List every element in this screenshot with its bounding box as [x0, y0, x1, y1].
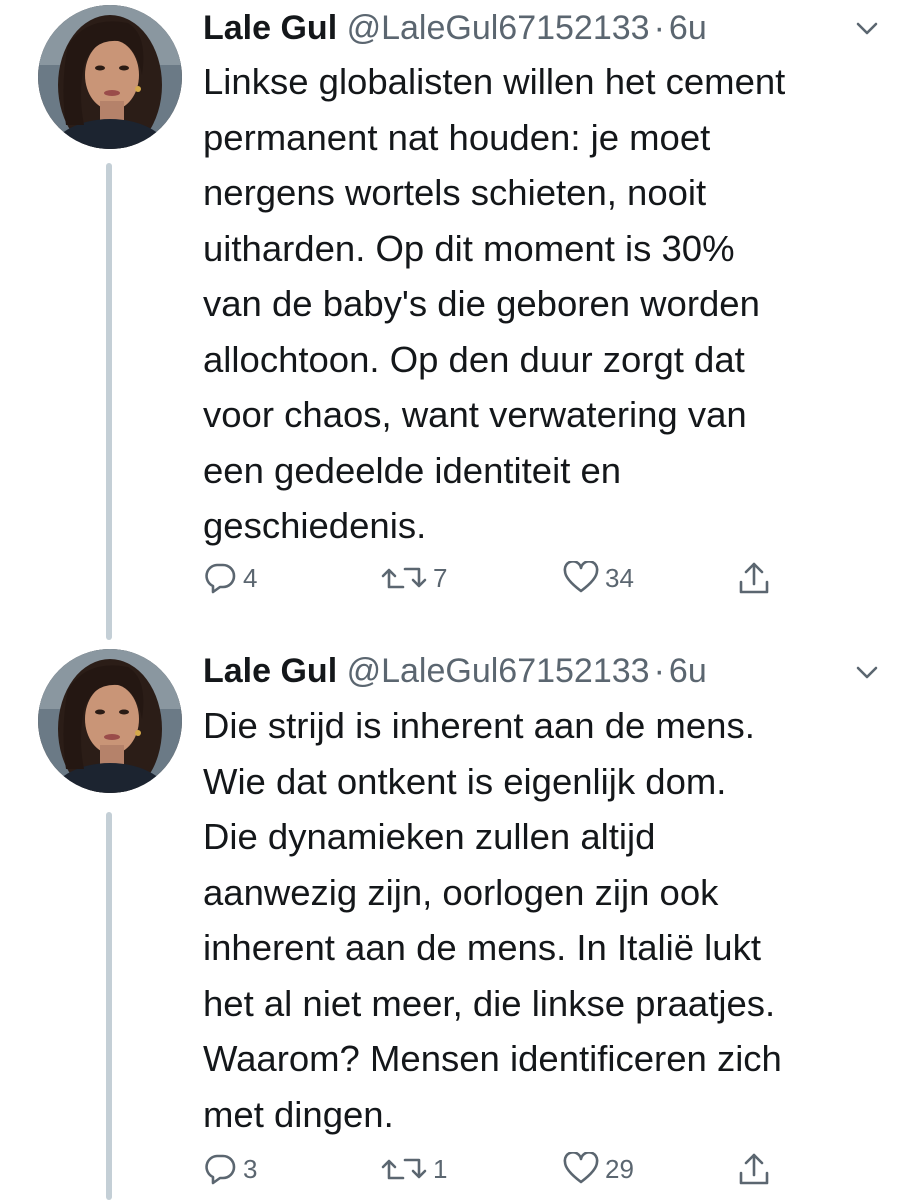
reply-button[interactable]: 3: [203, 1149, 257, 1189]
separator: ·: [653, 652, 665, 690]
share-icon: [739, 562, 769, 594]
separator: ·: [653, 9, 665, 47]
tweet-text: Linkse globalisten willen het cement per…: [203, 61, 786, 546]
retweet-icon: [381, 567, 427, 589]
avatar[interactable]: [38, 649, 182, 793]
like-button[interactable]: 34: [563, 558, 634, 598]
share-icon: [739, 1153, 769, 1185]
reply-count: 3: [243, 1153, 258, 1184]
like-count: 29: [605, 1153, 634, 1184]
share-button[interactable]: [736, 1149, 772, 1189]
tweet-text: Die strijd is inherent aan de mens. Wie …: [203, 705, 782, 1135]
tweet-actions: 3 1 29: [203, 1149, 803, 1189]
share-button[interactable]: [736, 558, 772, 598]
tweet-actions: 4 7 34: [203, 558, 803, 598]
retweet-icon: [381, 1158, 427, 1180]
timestamp[interactable]: 6u: [669, 652, 707, 690]
retweet-button[interactable]: 1: [381, 1149, 447, 1189]
chevron-down-icon[interactable]: [852, 658, 882, 688]
avatar-photo: [38, 649, 182, 793]
retweet-button[interactable]: 7: [381, 558, 447, 598]
author-handle[interactable]: @LaleGul67152133: [347, 652, 650, 690]
retweet-count: 7: [433, 562, 448, 593]
tweet-header: Lale Gul @LaleGul67152133 · 6u: [203, 646, 707, 696]
like-button[interactable]: 29: [563, 1149, 634, 1189]
reply-count: 4: [243, 562, 258, 593]
reply-icon: [205, 1154, 236, 1185]
chevron-down-icon[interactable]: [852, 14, 882, 44]
author-name[interactable]: Lale Gul: [203, 652, 337, 690]
retweet-count: 1: [433, 1153, 448, 1184]
reply-button[interactable]: 4: [203, 558, 257, 598]
like-icon: [563, 1152, 599, 1184]
author-name[interactable]: Lale Gul: [203, 9, 337, 47]
tweet[interactable]: Lale Gul @LaleGul67152133 · 6u Linkse glob…: [0, 0, 916, 640]
avatar-photo: [38, 5, 182, 149]
tweet-header: Lale Gul @LaleGul67152133 · 6u: [203, 3, 707, 53]
timestamp[interactable]: 6u: [669, 9, 707, 47]
avatar[interactable]: [38, 5, 182, 149]
like-icon: [563, 561, 599, 593]
reply-icon: [205, 563, 236, 594]
author-handle[interactable]: @LaleGul67152133: [347, 9, 650, 47]
like-count: 34: [605, 562, 634, 593]
tweet[interactable]: Lale Gul @LaleGul67152133 · 6u Die strijd …: [0, 640, 916, 1200]
thread-line: [106, 163, 112, 640]
thread-line: [106, 812, 112, 1200]
